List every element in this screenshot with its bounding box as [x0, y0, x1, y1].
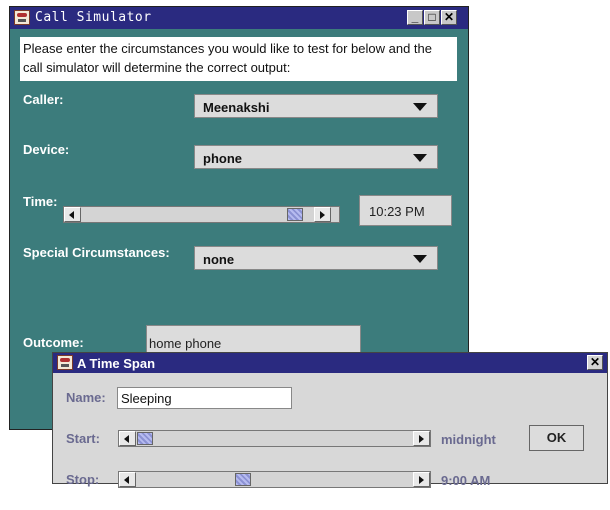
- device-value: phone: [203, 151, 242, 166]
- device-dropdown[interactable]: phone: [194, 145, 438, 169]
- ok-button[interactable]: OK: [529, 425, 584, 451]
- special-circumstances-label: Special Circumstances:: [23, 245, 170, 260]
- outcome-label: Outcome:: [23, 335, 84, 350]
- start-value: midnight: [441, 432, 496, 447]
- title-bar[interactable]: Call Simulator _ □ ✕: [10, 7, 468, 29]
- start-slider-thumb[interactable]: [137, 432, 153, 445]
- java-coffee-cup-icon: [57, 355, 73, 370]
- chevron-down-icon: [413, 154, 427, 162]
- time-slider[interactable]: [63, 206, 340, 223]
- time-span-dialog: A Time Span ✕ Name: Sleeping Start: midn…: [52, 352, 608, 488]
- close-button[interactable]: ✕: [441, 10, 457, 25]
- java-coffee-cup-icon: [14, 10, 30, 25]
- time-slider-thumb[interactable]: [287, 208, 303, 221]
- arrow-left-icon[interactable]: [64, 207, 81, 222]
- name-label: Name:: [66, 390, 106, 405]
- stop-label: Stop:: [66, 472, 100, 487]
- time-display: 10:23 PM: [359, 195, 452, 226]
- maximize-button[interactable]: □: [424, 10, 440, 25]
- special-circumstances-dropdown[interactable]: none: [194, 246, 438, 270]
- device-label: Device:: [23, 142, 70, 157]
- intro-text: Please enter the circumstances you would…: [20, 37, 457, 81]
- arrow-right-icon[interactable]: [413, 431, 430, 446]
- start-label: Start:: [66, 431, 100, 446]
- caller-value: Meenakshi: [203, 100, 270, 115]
- arrow-left-icon[interactable]: [119, 472, 136, 487]
- dialog-close-button[interactable]: ✕: [587, 355, 603, 370]
- special-circumstances-value: none: [203, 252, 235, 267]
- chevron-down-icon: [413, 103, 427, 111]
- stop-value: 9:00 AM: [441, 473, 491, 488]
- arrow-right-icon[interactable]: [413, 472, 430, 487]
- window-title: Call Simulator: [35, 10, 152, 25]
- stop-slider-thumb[interactable]: [235, 473, 251, 486]
- dialog-title-bar[interactable]: A Time Span ✕: [53, 353, 607, 373]
- name-input[interactable]: Sleeping: [117, 387, 292, 409]
- arrow-right-icon[interactable]: [314, 207, 331, 222]
- start-slider[interactable]: [118, 430, 431, 447]
- time-label: Time:: [23, 194, 58, 209]
- dialog-title: A Time Span: [77, 356, 156, 371]
- caller-label: Caller:: [23, 92, 64, 107]
- minimize-button[interactable]: _: [407, 10, 423, 25]
- outcome-value: home phone: [146, 325, 361, 355]
- caller-dropdown[interactable]: Meenakshi: [194, 94, 438, 118]
- chevron-down-icon: [413, 255, 427, 263]
- arrow-left-icon[interactable]: [119, 431, 136, 446]
- stop-slider[interactable]: [118, 471, 431, 488]
